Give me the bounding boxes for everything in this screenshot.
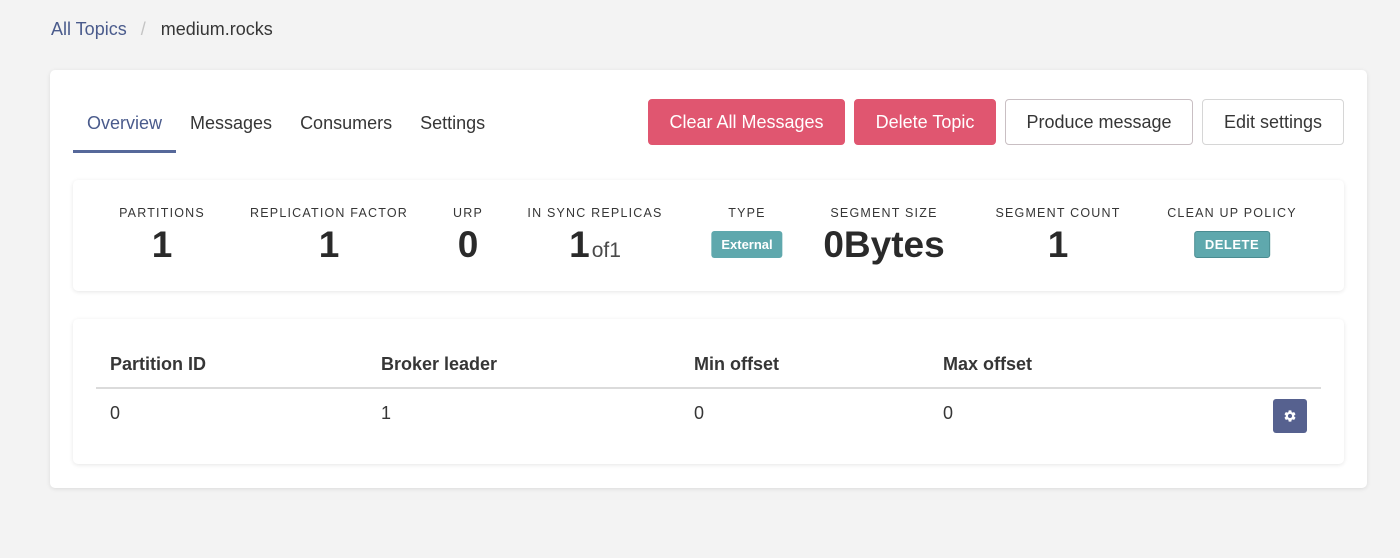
stat-label: IN SYNC REPLICAS [527, 206, 663, 220]
stat-type: TYPE External [711, 205, 783, 258]
stat-partitions: PARTITIONS 1 [119, 205, 205, 266]
stat-label: SEGMENT COUNT [995, 206, 1121, 220]
stat-clean-up-policy: CLEAN UP POLICY DELETE [1167, 205, 1297, 258]
tab-overview[interactable]: Overview [73, 100, 177, 153]
stat-value: 0Bytes [823, 224, 945, 265]
type-tag: External [711, 231, 783, 258]
cell-partition-id: 0 [110, 403, 121, 423]
stat-in-sync-replicas: IN SYNC REPLICAS 1of1 [527, 205, 662, 272]
gear-icon [1283, 409, 1297, 423]
breadcrumb-current-topic: medium.rocks [160, 19, 273, 39]
column-header-broker-leader: Broker leader [381, 354, 498, 374]
stat-value: 1 [151, 224, 173, 265]
stat-value: 1 [318, 224, 340, 265]
stat-value: 0 [457, 224, 479, 265]
cell-max-offset: 0 [943, 403, 954, 423]
cell-broker-leader: 1 [381, 403, 392, 423]
column-header-partition-id: Partition ID [110, 354, 207, 374]
column-header-min-offset: Min offset [694, 354, 779, 374]
stat-label: TYPE [728, 206, 766, 220]
tab-settings[interactable]: Settings [406, 100, 499, 153]
breadcrumb-separator: / [140, 19, 146, 39]
delete-topic-button[interactable]: Delete Topic [854, 99, 996, 145]
topic-stats-panel: PARTITIONS 1 REPLICATION FACTOR 1 URP 0 … [73, 180, 1344, 291]
topic-actions: Clear All Messages Delete Topic Produce … [639, 99, 1344, 145]
stat-label: URP [453, 206, 483, 220]
stat-value-number: 1 [569, 224, 590, 265]
cell-min-offset: 0 [694, 403, 705, 423]
table-header-divider [96, 387, 1321, 389]
stat-value: 1of1 [527, 224, 662, 272]
breadcrumb: All Topics / medium.rocks [51, 17, 273, 41]
column-header-max-offset: Max offset [943, 354, 1033, 374]
stat-label: REPLICATION FACTOR [250, 206, 408, 220]
topic-tabs: Overview Messages Consumers Settings [73, 100, 499, 153]
clear-all-messages-button[interactable]: Clear All Messages [648, 99, 845, 145]
stat-label: SEGMENT SIZE [830, 206, 938, 220]
tab-consumers[interactable]: Consumers [286, 100, 406, 153]
edit-settings-button[interactable]: Edit settings [1202, 99, 1344, 145]
partitions-table: Partition ID Broker leader Min offset Ma… [73, 319, 1344, 464]
tab-messages[interactable]: Messages [176, 100, 286, 153]
stat-urp: URP 0 [453, 205, 483, 266]
stat-segment-size: SEGMENT SIZE 0Bytes [823, 205, 944, 266]
stat-label: CLEAN UP POLICY [1167, 206, 1297, 220]
row-settings-button[interactable] [1273, 399, 1307, 433]
stat-segment-count: SEGMENT COUNT 1 [995, 205, 1120, 266]
stat-value: 1 [1047, 224, 1069, 265]
stat-label: PARTITIONS [119, 206, 205, 220]
clean-up-policy-tag: DELETE [1193, 231, 1271, 258]
produce-message-button[interactable]: Produce message [1005, 99, 1193, 145]
stat-value-of-total: of1 [591, 239, 621, 262]
stat-replication-factor: REPLICATION FACTOR 1 [250, 205, 408, 266]
breadcrumb-all-topics-link[interactable]: All Topics [51, 17, 127, 41]
topic-details-card: Overview Messages Consumers Settings Cle… [50, 70, 1367, 488]
